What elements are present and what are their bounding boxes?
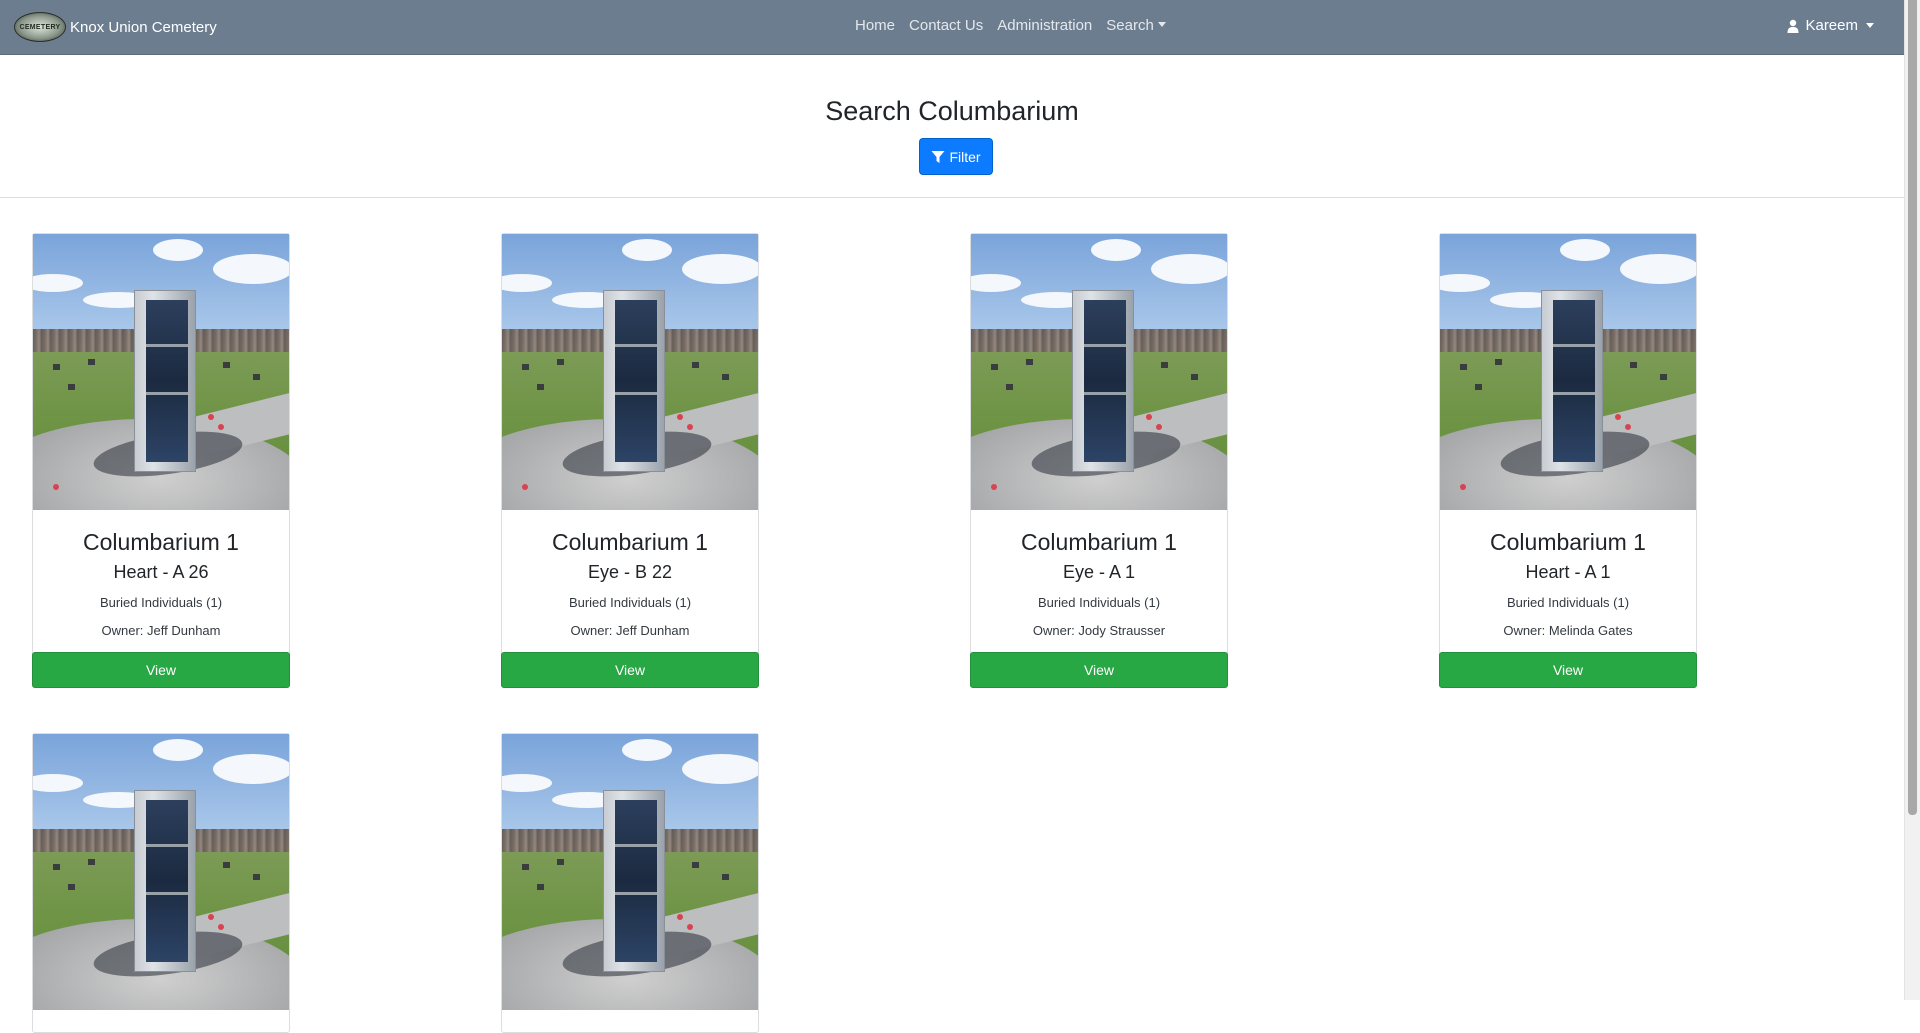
card-title: Columbarium 1 <box>552 529 708 555</box>
nav-contact[interactable]: Contact Us <box>909 17 983 34</box>
navbar: CEMETERY Knox Union Cemetery Home Contac… <box>0 0 1904 55</box>
buried-individuals: Buried Individuals (1) <box>1037 595 1161 610</box>
nav-home[interactable]: Home <box>855 17 895 34</box>
columbarium-photo <box>502 734 758 1010</box>
columbarium-card: Columbarium 1 Eye - A 1 Buried Individua… <box>970 233 1228 688</box>
user-icon <box>1787 19 1799 33</box>
page-scrollbar[interactable] <box>1904 0 1920 1000</box>
brand[interactable]: CEMETERY Knox Union Cemetery <box>14 12 217 42</box>
columbarium-photo <box>1440 234 1696 510</box>
columbarium-photo <box>33 234 289 510</box>
view-button[interactable]: View <box>970 652 1228 688</box>
buried-individuals: Buried Individuals (1) <box>1506 595 1630 610</box>
card-title: Columbarium 1 <box>1021 529 1177 555</box>
filter-button[interactable]: Filter <box>919 138 993 175</box>
columbarium-photo <box>502 234 758 510</box>
columbarium-card: Columbarium 1 Eye - B 22 Buried Individu… <box>501 233 759 688</box>
buried-individuals: Buried Individuals (1) <box>568 595 692 610</box>
chevron-down-icon <box>1866 23 1874 28</box>
card-subtitle: Heart - A 26 <box>113 562 209 582</box>
card-title: Columbarium 1 <box>83 529 239 555</box>
owner-text: Owner: Jeff Dunham <box>101 623 221 638</box>
card-title: Columbarium 1 <box>1490 529 1646 555</box>
columbarium-card <box>32 733 290 1033</box>
logo-text: CEMETERY <box>19 23 61 31</box>
view-button[interactable]: View <box>32 652 290 688</box>
header-divider <box>0 197 1904 198</box>
user-name: Kareem <box>1805 17 1858 34</box>
columbarium-card: Columbarium 1 Heart - A 1 Buried Individ… <box>1439 233 1697 688</box>
view-button[interactable]: View <box>1439 652 1697 688</box>
columbarium-photo <box>971 234 1227 510</box>
cemetery-logo-icon: CEMETERY <box>14 12 66 42</box>
card-subtitle: Eye - A 1 <box>1062 562 1136 582</box>
nav-search-dropdown[interactable]: Search <box>1106 17 1166 34</box>
brand-title[interactable]: Knox Union Cemetery <box>70 19 217 36</box>
chevron-down-icon <box>1157 22 1166 27</box>
scrollbar-thumb[interactable] <box>1908 0 1917 815</box>
card-subtitle: Heart - A 1 <box>1525 562 1611 582</box>
buried-individuals: Buried Individuals (1) <box>99 595 223 610</box>
owner-text: Owner: Jeff Dunham <box>570 623 690 638</box>
columbarium-card: Columbarium 1 Heart - A 26 Buried Indivi… <box>32 233 290 688</box>
nav-administration[interactable]: Administration <box>997 17 1092 34</box>
filter-icon <box>931 150 945 163</box>
view-button[interactable]: View <box>501 652 759 688</box>
nav-links: Home Contact Us Administration Search <box>855 17 1180 34</box>
nav-search-label: Search <box>1106 17 1154 34</box>
card-subtitle: Eye - B 22 <box>587 562 673 582</box>
page-title: Search Columbarium <box>825 96 1079 126</box>
user-menu[interactable]: Kareem <box>1787 17 1874 34</box>
filter-label: Filter <box>949 148 981 165</box>
columbarium-photo <box>33 734 289 1010</box>
columbarium-card <box>501 733 759 1033</box>
owner-text: Owner: Jody Strausser <box>1032 623 1166 638</box>
owner-text: Owner: Melinda Gates <box>1503 623 1633 638</box>
